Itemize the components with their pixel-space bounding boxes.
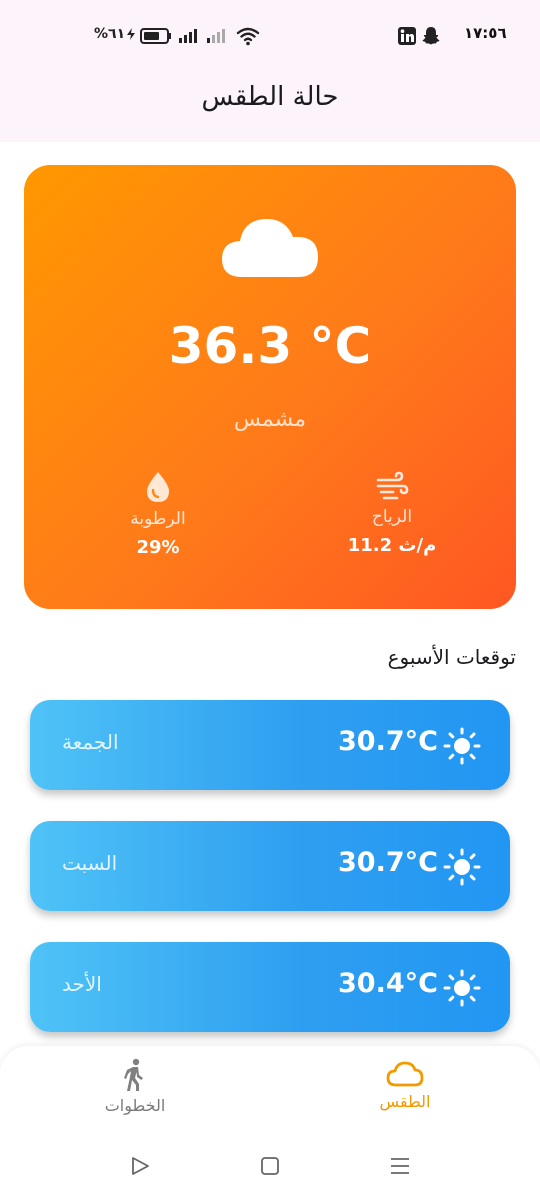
battery-percent: %٦١ xyxy=(94,26,126,42)
nav-label-steps: الخطوات xyxy=(104,1096,166,1115)
forecast-day-card[interactable]: السبت 30.7°C xyxy=(30,821,510,911)
sun-icon xyxy=(443,727,481,765)
bottom-navigation: الخطوات الطقس xyxy=(0,1046,540,1200)
wifi-icon xyxy=(236,27,260,46)
water-drop-icon xyxy=(147,472,169,502)
wind-icon xyxy=(376,471,409,500)
nav-item-weather[interactable]: الطقس xyxy=(345,1060,465,1111)
snapchat-icon xyxy=(422,27,440,45)
back-triangle-icon[interactable] xyxy=(130,1156,150,1176)
sun-icon xyxy=(443,848,481,886)
cloud-icon xyxy=(222,219,318,277)
forecast-day-name: الأحد xyxy=(62,972,102,996)
signal-icon-sim1 xyxy=(179,29,197,43)
current-temperature: 36.3 °C xyxy=(168,317,372,375)
humidity-label: الرطوبة xyxy=(130,509,186,529)
page-title: حالة الطقس xyxy=(201,82,339,112)
linkedin-icon xyxy=(398,27,416,45)
forecast-day-card[interactable]: الجمعة 30.7°C xyxy=(30,700,510,790)
humidity-value: 29% xyxy=(136,537,180,558)
sun-icon xyxy=(443,969,481,1007)
current-weather-card: 36.3 °C مشمس الرطوبة 29% الرياح 11.2 م/ث xyxy=(24,165,516,609)
nav-label-weather: الطقس xyxy=(379,1092,431,1111)
wind-label: الرياح xyxy=(371,507,413,527)
forecast-day-name: الجمعة xyxy=(62,730,119,754)
charging-icon xyxy=(127,28,135,40)
cloud-icon xyxy=(386,1061,424,1087)
forecast-day-temp: 30.7°C xyxy=(338,847,438,878)
forecast-day-temp: 30.7°C xyxy=(338,726,438,757)
nav-item-steps[interactable]: الخطوات xyxy=(75,1058,195,1115)
weekly-forecast-title: توقعات الأسبوع xyxy=(387,645,516,669)
forecast-day-name: السبت xyxy=(62,851,118,875)
status-bar: %٦١ ١٧:٥٦ xyxy=(0,0,540,72)
current-condition: مشمس xyxy=(233,407,307,432)
walking-icon xyxy=(124,1058,143,1091)
signal-icon-sim2 xyxy=(207,29,225,43)
wind-stat: الرياح 11.2 م/ث xyxy=(322,471,462,556)
forecast-day-card[interactable]: الأحد 30.4°C xyxy=(30,942,510,1032)
humidity-stat: الرطوبة 29% xyxy=(88,471,228,558)
forecast-day-temp: 30.4°C xyxy=(338,968,438,999)
battery-icon xyxy=(140,28,171,44)
menu-lines-icon[interactable] xyxy=(389,1156,411,1176)
status-time: ١٧:٥٦ xyxy=(464,24,507,42)
home-square-icon[interactable] xyxy=(260,1156,280,1176)
wind-value: 11.2 م/ث xyxy=(347,535,437,556)
